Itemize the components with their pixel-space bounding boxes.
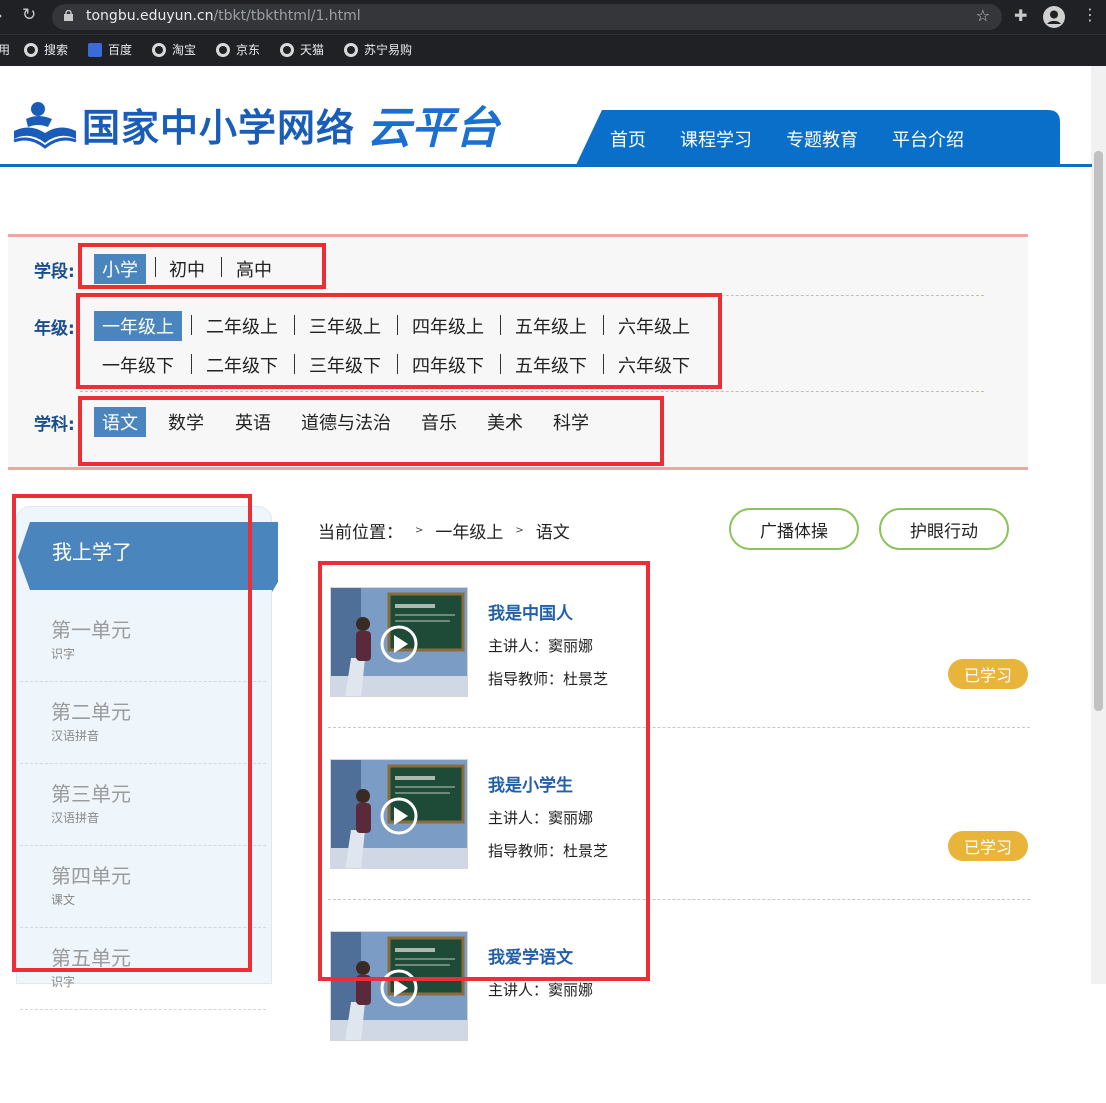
globe-icon	[280, 42, 294, 57]
globe-icon	[216, 42, 230, 57]
globe-icon	[24, 42, 38, 57]
bookmark-taobao[interactable]: 淘宝	[152, 41, 196, 58]
bookmark-cut[interactable]: 用	[0, 41, 10, 58]
stage-label: 学段:	[34, 262, 75, 282]
breadcrumb-arrow-icon: >	[415, 525, 424, 536]
scrollbar-thumb[interactable]	[1094, 151, 1103, 711]
grade-label: 年级:	[34, 319, 75, 339]
header-divider	[0, 164, 1092, 167]
breadcrumb-subject[interactable]: 语文	[536, 518, 570, 543]
unit-subtitle: 识字	[51, 975, 76, 989]
bookmark-baidu[interactable]: 百度	[88, 41, 132, 58]
globe-icon	[152, 42, 166, 57]
page-scrollbar[interactable]	[1091, 66, 1106, 984]
forward-icon[interactable]: ›	[0, 6, 3, 26]
bookmarks-bar: 用 搜索 百度 淘宝 京东 天猫 苏宁易购	[0, 34, 1106, 66]
subject-label: 学科:	[34, 415, 75, 435]
baidu-icon	[88, 42, 102, 57]
browser-toolbar: › ↻ tongbu.eduyun.cn/tbkt/tbkthtml/1.htm…	[0, 0, 1106, 34]
annotation-box-lessons	[318, 561, 650, 981]
site-logo[interactable]: 国家中小学网络 云平台	[12, 92, 499, 156]
annotation-box-subject	[78, 396, 664, 466]
dashed-divider	[80, 391, 984, 392]
broadcast-exercise-button[interactable]: 广播体操	[729, 508, 859, 550]
bookmark-star-icon[interactable]: ☆	[976, 6, 990, 25]
nav-home[interactable]: 首页	[610, 126, 646, 152]
learned-badge: 已学习	[948, 831, 1028, 861]
breadcrumb: 当前位置： > 一年级上 > 语文	[318, 518, 570, 543]
logo-text: 国家中小学网络	[82, 105, 356, 150]
nav-courses[interactable]: 课程学习	[680, 126, 752, 152]
bookmark-jd[interactable]: 京东	[216, 41, 260, 58]
lock-icon	[64, 10, 73, 21]
profile-icon[interactable]	[1043, 6, 1065, 28]
learned-badge: 已学习	[948, 659, 1028, 689]
breadcrumb-label: 当前位置：	[318, 523, 403, 543]
bookmark-suning[interactable]: 苏宁易购	[344, 41, 412, 58]
address-bar[interactable]: tongbu.eduyun.cn/tbkt/tbkthtml/1.html ☆	[52, 4, 1002, 30]
menu-icon[interactable]: ⋮	[1082, 5, 1098, 24]
nav-about[interactable]: 平台介绍	[892, 126, 964, 152]
extensions-icon[interactable]: ✚	[1014, 6, 1027, 25]
globe-icon	[344, 42, 358, 57]
book-logo-icon	[13, 102, 77, 149]
annotation-box-sidebar	[12, 494, 252, 972]
top-nav: 首页 课程学习 专题教育 平台介绍	[576, 110, 1060, 165]
annotation-box-stage	[78, 243, 326, 289]
bookmark-tmall[interactable]: 天猫	[280, 41, 324, 58]
logo-cloud-text: 云平台	[367, 103, 500, 154]
breadcrumb-grade[interactable]: 一年级上	[435, 518, 503, 543]
bookmark-search[interactable]: 搜索	[24, 41, 68, 58]
nav-topics[interactable]: 专题教育	[786, 126, 858, 152]
lesson-lecturer: 主讲人：窦丽娜	[488, 981, 594, 999]
eye-care-button[interactable]: 护眼行动	[879, 508, 1009, 550]
breadcrumb-arrow-icon: >	[515, 525, 524, 536]
annotation-box-grade	[76, 293, 722, 389]
reload-icon[interactable]: ↻	[22, 5, 36, 25]
url-text: tongbu.eduyun.cn/tbkt/tbkthtml/1.html	[86, 8, 361, 24]
